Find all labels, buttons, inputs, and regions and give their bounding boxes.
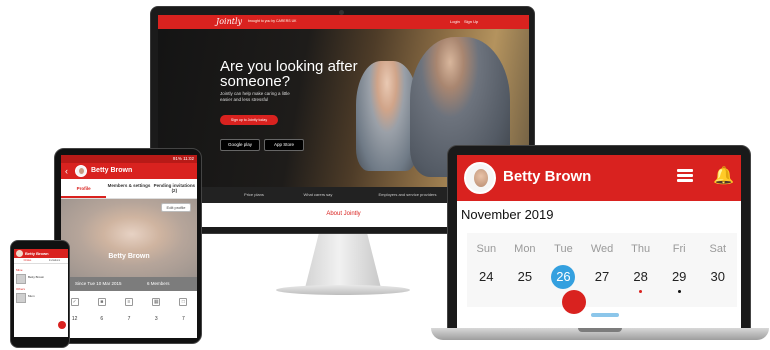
list-item-label: Betty Brown <box>28 275 45 279</box>
circle-list: Mine Betty Brown Others Mum <box>16 267 66 306</box>
laptop-screen: Betty Brown 🔔 November 2019 Sun Mon Tue Wed… <box>457 155 741 329</box>
weekday-label: Tue <box>554 243 573 255</box>
brought-by-text: brought to you by CARERS UK <box>248 19 297 23</box>
phone-device: Betty Brown Circles Invitations Mine Bet… <box>10 240 70 348</box>
date-number: 24 <box>479 269 494 284</box>
phone-header-name: Betty Brown <box>25 251 49 256</box>
tab-pending-invitations[interactable]: Pending invitations (2) <box>152 179 197 198</box>
site-navbar: Jointly brought to you by CARERS UK Logi… <box>158 15 529 29</box>
date-number: 30 <box>710 269 725 284</box>
circle-thumbnail <box>16 274 26 284</box>
weekday-label: Mon <box>514 243 536 255</box>
date-cell[interactable]: 25 <box>506 266 545 288</box>
list-item[interactable]: Betty Brown <box>16 273 66 285</box>
list-view-icon[interactable] <box>677 167 693 187</box>
bell-icon[interactable]: 🔔 <box>713 165 734 187</box>
date-row: 24 25 26 27 28 29 30 <box>467 265 737 314</box>
count-calendar[interactable]: ▦ 3 <box>143 295 170 325</box>
avatar <box>16 250 23 257</box>
signup-cta-button[interactable]: Sign up to Jointly today <box>220 115 278 125</box>
weekday-label: Wed <box>590 243 614 255</box>
date-number: 28 <box>633 269 648 284</box>
phone-header: Betty Brown <box>14 249 68 258</box>
date-number: 25 <box>517 269 533 284</box>
calendar-month-title: November 2019 <box>461 207 554 222</box>
google-play-badge[interactable]: Google play <box>220 139 260 151</box>
count-messages[interactable]: ≡ 7 <box>115 295 142 325</box>
app-store-badge[interactable]: App Store <box>264 139 304 151</box>
since-date: Since Tue 10 Mar 2015 <box>75 281 122 286</box>
profile-photo: Edit profile Betty Brown <box>61 199 197 277</box>
count-documents[interactable]: ■ 6 <box>88 295 115 325</box>
list-item-label: Mum <box>28 294 35 298</box>
tablet-header: ‹ Betty Brown <box>61 163 197 179</box>
briefcase-icon: ■ <box>97 298 106 306</box>
tab-members-settings[interactable]: Members & settings <box>106 179 151 198</box>
tab-price-plans[interactable]: Price plans <box>222 187 286 203</box>
app-header: Betty Brown 🔔 <box>457 155 741 201</box>
checklist-icon: ✓ <box>70 298 79 306</box>
laptop-device: Betty Brown 🔔 November 2019 Sun Mon Tue Wed… <box>447 145 751 330</box>
tab-profile[interactable]: Profile <box>61 179 107 198</box>
tab-circles[interactable]: Circles <box>14 258 41 263</box>
activity-counts: ✓ 12 ■ 6 ≡ 7 ▦ 3 □ 7 <box>61 295 197 325</box>
login-link[interactable]: Login <box>450 19 460 24</box>
weekday-label: Fri <box>672 243 686 255</box>
date-cell[interactable]: 28 <box>621 266 660 293</box>
weekday-row: Sun Mon Tue Wed Thu Fri Sat <box>467 243 737 255</box>
list-icon: ≡ <box>125 298 133 306</box>
laptop-notch <box>578 328 622 332</box>
profile-meta-bar: Since Tue 10 Mar 2015 6 Members <box>61 277 197 291</box>
date-cell[interactable]: 24 <box>467 266 506 288</box>
calendar-icon: ▦ <box>152 298 161 306</box>
date-number: 26 <box>551 265 576 289</box>
count-notes[interactable]: □ 7 <box>170 295 197 325</box>
header-name: Betty Brown <box>503 168 592 185</box>
date-number: 29 <box>671 269 687 284</box>
monitor-base <box>276 285 410 295</box>
date-number: 27 <box>594 269 610 284</box>
circle-thumbnail <box>16 293 26 303</box>
header-name: Betty Brown <box>91 167 133 174</box>
profile-name: Betty Brown <box>108 253 150 260</box>
list-item[interactable]: Mum <box>16 292 66 304</box>
date-cell[interactable]: 30 <box>698 266 737 288</box>
hero-subtext: Jointly can help make caring a little ea… <box>220 91 290 102</box>
section-others: Others <box>16 287 26 291</box>
page-indicator[interactable] <box>591 313 619 317</box>
members-count[interactable]: 6 Members <box>147 281 170 286</box>
profile-tabs: Profile Members & settings Pending invit… <box>61 179 197 199</box>
note-icon: □ <box>179 298 188 306</box>
status-bar: 91% 11:02 <box>61 155 197 163</box>
add-button[interactable] <box>58 321 66 329</box>
section-mine: Mine <box>16 268 23 272</box>
tab-invitations[interactable]: Invitations <box>41 258 68 263</box>
back-arrow-icon[interactable]: ‹ <box>65 165 68 177</box>
date-cell[interactable]: 29 <box>660 266 699 293</box>
tablet-device: 91% 11:02 ‹ Betty Brown Profile Members … <box>54 148 202 344</box>
phone-screen: Betty Brown Circles Invitations Mine Bet… <box>14 249 68 337</box>
avatar[interactable] <box>464 162 496 194</box>
event-dot <box>677 290 681 293</box>
event-dot <box>561 290 586 314</box>
hero-headline: Are you looking after someone? <box>220 58 358 90</box>
monitor-stand <box>305 234 381 288</box>
status-text: 91% 11:02 <box>172 156 194 161</box>
jointly-logo[interactable]: Jointly <box>216 17 242 26</box>
weekday-label: Thu <box>631 243 651 255</box>
event-dot <box>639 290 643 293</box>
date-cell-selected[interactable]: 26 <box>544 265 586 314</box>
tab-what-carers-say[interactable]: What carers say <box>286 187 350 203</box>
edit-profile-button[interactable]: Edit profile <box>161 203 191 212</box>
weekday-label: Sat <box>709 243 727 255</box>
tablet-screen: 91% 11:02 ‹ Betty Brown Profile Members … <box>61 155 197 338</box>
phone-tabs: Circles Invitations <box>14 258 68 264</box>
week-calendar: Sun Mon Tue Wed Thu Fri Sat 24 25 26 27 28 29 30 <box>467 233 737 314</box>
date-cell[interactable]: 27 <box>583 266 622 288</box>
avatar <box>75 165 87 177</box>
signup-link[interactable]: Sign Up <box>464 19 478 24</box>
weekday-label: Sun <box>476 243 497 255</box>
